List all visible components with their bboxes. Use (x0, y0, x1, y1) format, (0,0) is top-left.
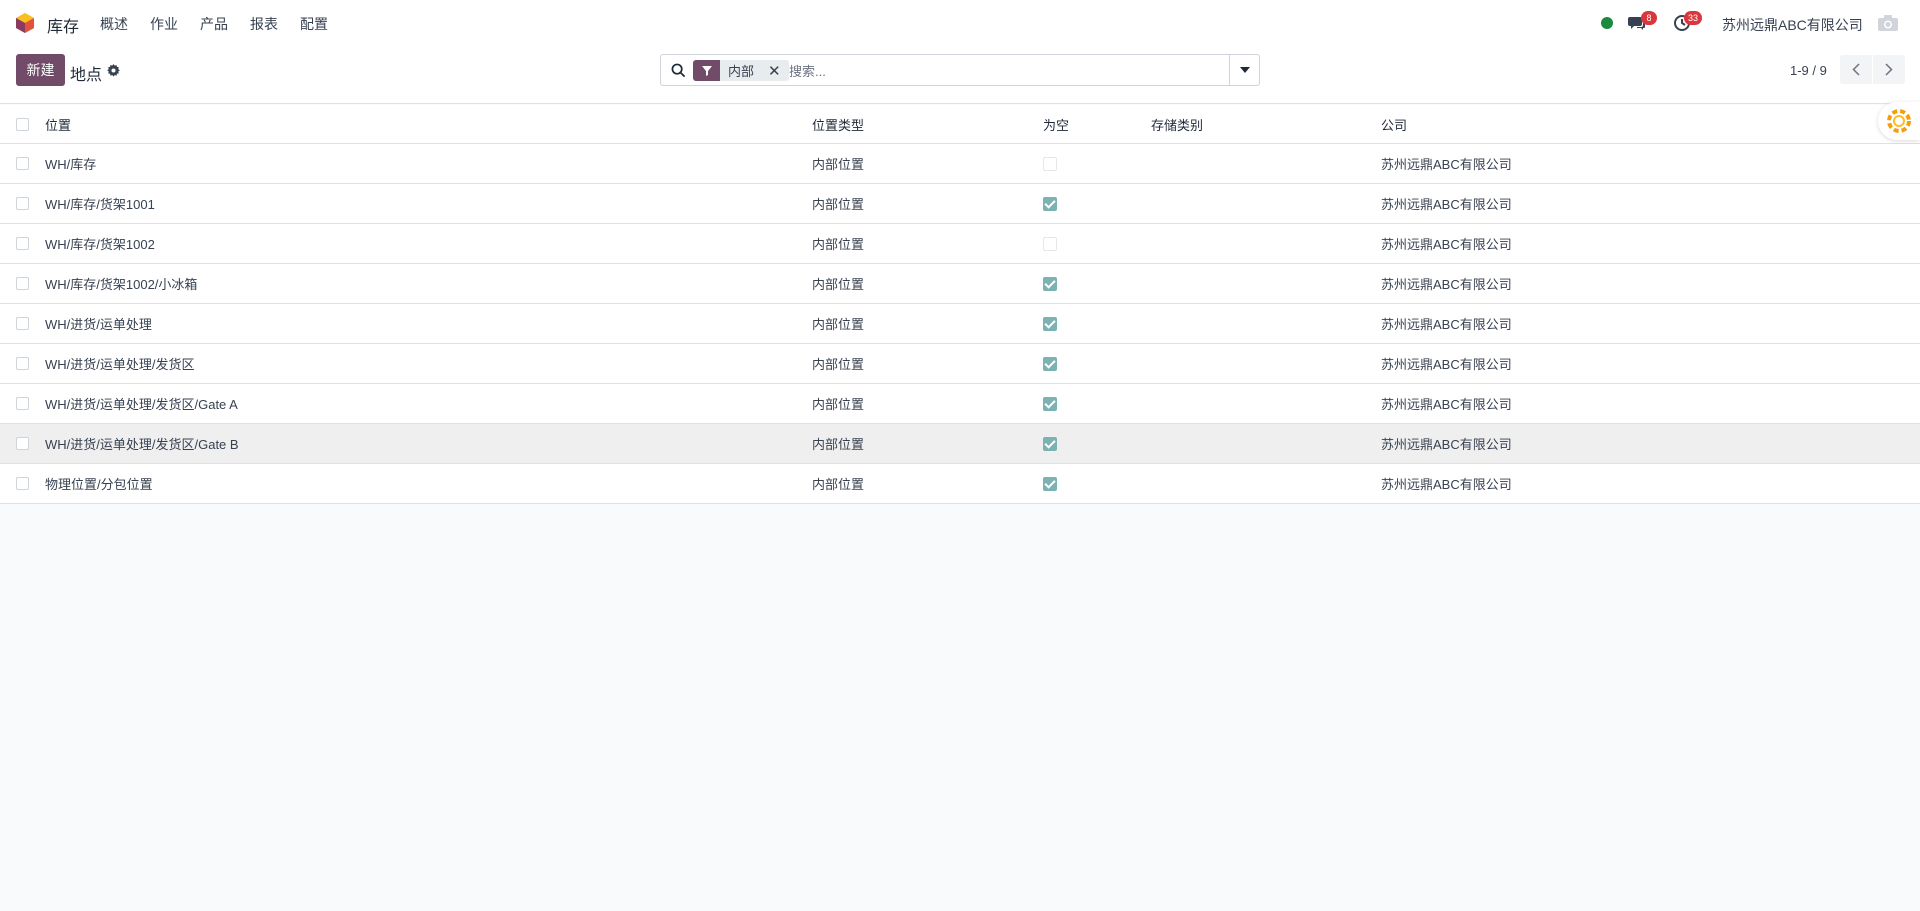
activities-badge: 33 (1684, 11, 1703, 25)
messages-badge: 8 (1641, 11, 1657, 25)
company-name: 苏州远鼎ABC有限公司 (1381, 317, 1512, 332)
company-name: 苏州远鼎ABC有限公司 (1381, 437, 1512, 452)
empty-checkbox (1043, 276, 1057, 291)
column-header-storage-category[interactable]: 存储类别 (1151, 105, 1203, 143)
app-name[interactable]: 库存 (47, 13, 79, 37)
locations-list: 位置 位置类型 为空 存储类别 公司 WH/库存 内部位置 苏州远鼎ABC有限公司 W… (0, 105, 1920, 504)
location-type: 内部位置 (812, 357, 865, 372)
company-name: 苏州远鼎ABC有限公司 (1381, 197, 1512, 212)
company-name: 苏州远鼎ABC有限公司 (1381, 357, 1512, 372)
table-row[interactable]: WH/库存 内部位置 苏州远鼎ABC有限公司 (0, 144, 1920, 184)
main-menu: 概述 作业 产品 报表 配置 (100, 14, 350, 34)
filter-facet-label: 内部 (728, 64, 755, 79)
location-name: WH/库存 (45, 157, 97, 172)
column-header-company[interactable]: 公司 (1381, 105, 1407, 143)
page-title: 地点 (70, 67, 103, 84)
new-button[interactable]: 新建 (16, 54, 65, 86)
table-row[interactable]: WH/进货/运单处理/发货区/Gate B 内部位置 苏州远鼎ABC有限公司 (0, 424, 1920, 464)
location-name: WH/库存/货架1002 (45, 237, 155, 252)
assistant-widget[interactable] (1878, 102, 1920, 140)
empty-checkbox (1043, 396, 1057, 411)
row-select-checkbox[interactable] (16, 157, 29, 170)
pager-value[interactable]: 1-9 / 9 (1790, 63, 1827, 78)
list-header: 位置 位置类型 为空 存储类别 公司 (0, 105, 1920, 144)
location-type: 内部位置 (812, 277, 865, 292)
search-input[interactable] (789, 61, 1209, 81)
column-header-location[interactable]: 位置 (45, 105, 71, 143)
spinner-logo-icon (1887, 109, 1911, 133)
location-name: WH/进货/运单处理/发货区/Gate A (45, 397, 238, 412)
empty-checkbox (1043, 356, 1057, 371)
remove-filter-icon[interactable]: ✕ (768, 62, 781, 80)
empty-checkbox (1043, 196, 1057, 211)
filter-facet: 内部 ✕ (693, 60, 789, 81)
table-row[interactable]: WH/库存/货架1002 内部位置 苏州远鼎ABC有限公司 (0, 224, 1920, 264)
location-name: WH/库存/货架1002/小冰箱 (45, 277, 198, 292)
control-panel: 新建 地点 内部 ✕ 1-9 / 9 (0, 46, 1920, 104)
row-select-checkbox[interactable] (16, 357, 29, 370)
table-row[interactable]: 物理位置/分包位置 内部位置 苏州远鼎ABC有限公司 (0, 464, 1920, 504)
top-navbar: 库存 概述 作业 产品 报表 配置 8 33 苏州远鼎ABC有限公司 (0, 0, 1920, 46)
menu-products[interactable]: 产品 (200, 14, 228, 34)
location-type: 内部位置 (812, 197, 865, 212)
menu-operations[interactable]: 作业 (150, 14, 178, 34)
location-type: 内部位置 (812, 397, 865, 412)
menu-configuration[interactable]: 配置 (300, 14, 328, 34)
location-name: 物理位置/分包位置 (45, 477, 153, 492)
online-status-icon (1601, 17, 1613, 29)
row-select-checkbox[interactable] (16, 397, 29, 410)
chevron-right-icon (1885, 63, 1893, 76)
menu-overview[interactable]: 概述 (100, 14, 128, 34)
location-type: 内部位置 (812, 317, 865, 332)
menu-reporting[interactable]: 报表 (250, 14, 278, 34)
empty-checkbox (1043, 236, 1057, 251)
table-row[interactable]: WH/进货/运单处理/发货区 内部位置 苏州远鼎ABC有限公司 (0, 344, 1920, 384)
location-type: 内部位置 (812, 477, 865, 492)
caret-down-icon (1239, 67, 1250, 73)
select-all-checkbox[interactable] (16, 117, 29, 131)
pager-next-button[interactable] (1873, 55, 1905, 84)
company-name: 苏州远鼎ABC有限公司 (1381, 157, 1512, 172)
pager-previous-button[interactable] (1840, 55, 1872, 84)
table-row[interactable]: WH/进货/运单处理/发货区/Gate A 内部位置 苏州远鼎ABC有限公司 (0, 384, 1920, 424)
company-switcher[interactable]: 苏州远鼎ABC有限公司 (1722, 15, 1863, 35)
column-header-location-type[interactable]: 位置类型 (812, 105, 864, 143)
row-select-checkbox[interactable] (16, 317, 29, 330)
camera-icon[interactable] (1877, 13, 1899, 33)
row-select-checkbox[interactable] (16, 437, 29, 450)
search-bar: 内部 ✕ (660, 54, 1260, 86)
empty-checkbox (1043, 476, 1057, 491)
row-select-checkbox[interactable] (16, 197, 29, 210)
search-options-toggle[interactable] (1229, 55, 1259, 85)
location-name: WH/库存/货架1001 (45, 197, 155, 212)
table-row[interactable]: WH/进货/运单处理 内部位置 苏州远鼎ABC有限公司 (0, 304, 1920, 344)
gear-icon[interactable] (107, 64, 120, 77)
column-header-empty[interactable]: 为空 (1043, 105, 1069, 143)
location-type: 内部位置 (812, 237, 865, 252)
company-name: 苏州远鼎ABC有限公司 (1381, 277, 1512, 292)
company-name: 苏州远鼎ABC有限公司 (1381, 237, 1512, 252)
row-select-checkbox[interactable] (16, 237, 29, 250)
location-type: 内部位置 (812, 157, 865, 172)
row-select-checkbox[interactable] (16, 477, 29, 490)
search-icon (671, 63, 686, 78)
company-name: 苏州远鼎ABC有限公司 (1381, 477, 1512, 492)
inventory-app-icon[interactable] (15, 12, 35, 34)
location-name: WH/进货/运单处理/发货区 (45, 357, 195, 372)
empty-checkbox (1043, 156, 1057, 171)
location-name: WH/进货/运单处理/发货区/Gate B (45, 437, 239, 452)
location-type: 内部位置 (812, 437, 865, 452)
table-row[interactable]: WH/库存/货架1002/小冰箱 内部位置 苏州远鼎ABC有限公司 (0, 264, 1920, 304)
table-row[interactable]: WH/库存/货架1001 内部位置 苏州远鼎ABC有限公司 (0, 184, 1920, 224)
filter-icon (693, 60, 720, 81)
chevron-left-icon (1852, 63, 1860, 76)
company-name: 苏州远鼎ABC有限公司 (1381, 397, 1512, 412)
empty-checkbox (1043, 316, 1057, 331)
empty-checkbox (1043, 436, 1057, 451)
row-select-checkbox[interactable] (16, 277, 29, 290)
location-name: WH/进货/运单处理 (45, 317, 152, 332)
